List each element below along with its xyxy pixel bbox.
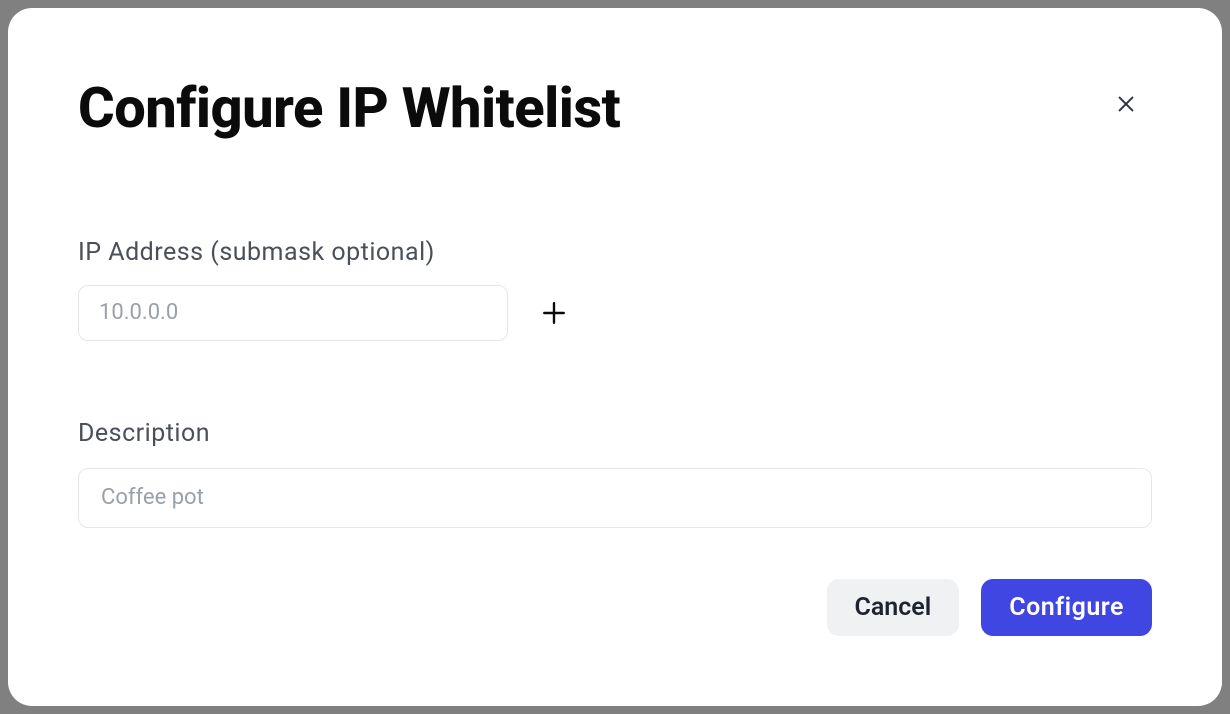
description-input[interactable]: [78, 468, 1152, 528]
modal-footer: Cancel Configure: [78, 579, 1152, 636]
ip-input-row: [78, 285, 1152, 341]
cancel-button[interactable]: Cancel: [827, 579, 960, 636]
configure-ip-whitelist-modal: Configure IP Whitelist IP Address (subma…: [8, 8, 1222, 706]
close-icon: [1115, 93, 1137, 115]
configure-button[interactable]: Configure: [981, 579, 1152, 636]
ip-address-input[interactable]: [78, 285, 508, 341]
modal-title: Configure IP Whitelist: [78, 78, 1152, 140]
ip-address-label: IP Address (submask optional): [78, 238, 1152, 267]
description-label: Description: [78, 419, 1152, 448]
plus-icon: [541, 300, 567, 326]
add-ip-button[interactable]: [534, 293, 574, 333]
close-button[interactable]: [1110, 88, 1142, 120]
